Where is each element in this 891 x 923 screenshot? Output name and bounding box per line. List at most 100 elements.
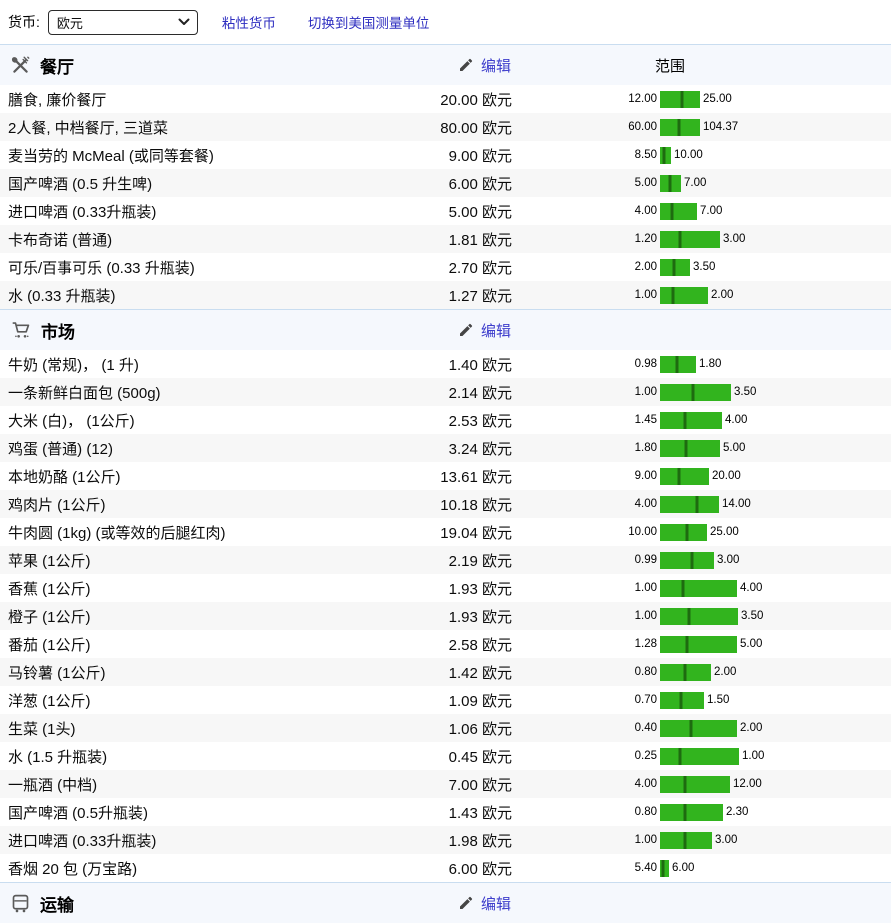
switch-to-us-units-link[interactable]: 切换到美国测量单位	[308, 12, 430, 32]
range-marker	[662, 147, 665, 164]
range-bar	[660, 832, 712, 849]
range-min: 1.00	[512, 610, 657, 622]
range-min: 60.00	[512, 121, 657, 133]
section-title: 市场	[41, 318, 75, 343]
price-range: 1.00 4.00	[512, 580, 891, 597]
range-marker	[691, 384, 694, 401]
range-bar	[660, 664, 711, 681]
section-restaurants: 餐厅 编辑 范围 膳食, 廉价餐厅 20.00 欧元 12.00	[0, 44, 891, 309]
item-name: 水 (1.5 升瓶装)	[0, 746, 392, 767]
range-min: 0.99	[512, 554, 657, 566]
range-bar	[660, 356, 696, 373]
range-max: 25.00	[703, 93, 732, 105]
range-max: 3.00	[723, 233, 745, 245]
range-min: 0.70	[512, 694, 657, 706]
item-name: 牛肉圆 (1kg) (或等效的后腿红肉)	[0, 522, 392, 543]
range-bar	[660, 287, 708, 304]
item-name: 可乐/百事可乐 (0.33 升瓶装)	[0, 257, 392, 278]
range-bar	[660, 412, 722, 429]
range-marker	[669, 175, 672, 192]
item-price: 1.27 欧元	[392, 285, 512, 306]
item-price: 80.00 欧元	[392, 117, 512, 138]
item-row: 膳食, 廉价餐厅 20.00 欧元 12.00 25.00	[0, 85, 891, 113]
item-price: 6.00 欧元	[392, 173, 512, 194]
range-marker	[684, 440, 687, 457]
range-max: 2.00	[740, 722, 762, 734]
range-max: 20.00	[712, 470, 741, 482]
item-price: 1.40 欧元	[392, 354, 512, 375]
price-range: 5.40 6.00	[512, 860, 891, 877]
item-price: 20.00 欧元	[392, 89, 512, 110]
pencil-icon	[458, 895, 474, 911]
price-range: 0.98 1.80	[512, 356, 891, 373]
price-range: 10.00 25.00	[512, 524, 891, 541]
item-price: 1.81 欧元	[392, 229, 512, 250]
sticky-currency-link[interactable]: 粘性货币	[222, 12, 276, 32]
range-marker	[695, 496, 698, 513]
section-rows: 膳食, 廉价餐厅 20.00 欧元 12.00 25.00 2人餐, 中档餐厅,…	[0, 85, 891, 309]
price-range: 0.80 2.00	[512, 664, 891, 681]
item-row: 橙子 (1公斤) 1.93 欧元 1.00 3.50	[0, 602, 891, 630]
item-name: 番茄 (1公斤)	[0, 634, 392, 655]
range-bar	[660, 860, 669, 877]
item-name: 鸡蛋 (普通) (12)	[0, 438, 392, 459]
range-min: 0.80	[512, 806, 657, 818]
range-max: 2.00	[711, 289, 733, 301]
range-max: 1.80	[699, 358, 721, 370]
item-price: 2.53 欧元	[392, 410, 512, 431]
topbar: 货币: 欧元 粘性货币 切换到美国测量单位	[0, 0, 891, 44]
range-min: 9.00	[512, 470, 657, 482]
range-max: 3.00	[715, 834, 737, 846]
range-bar	[660, 720, 737, 737]
edit-link-label: 编辑	[481, 893, 511, 914]
item-price: 1.06 欧元	[392, 718, 512, 739]
range-marker	[679, 692, 682, 709]
item-price: 6.00 欧元	[392, 858, 512, 879]
item-row: 香烟 20 包 (万宝路) 6.00 欧元 5.40 6.00	[0, 854, 891, 882]
range-max: 3.50	[741, 610, 763, 622]
pencil-icon	[458, 322, 474, 338]
item-name: 一条新鲜白面包 (500g)	[0, 382, 392, 403]
edit-link[interactable]: 编辑	[458, 883, 511, 923]
range-min: 1.80	[512, 442, 657, 454]
chevron-down-icon	[178, 18, 190, 26]
range-bar	[660, 175, 681, 192]
item-row: 鸡肉片 (1公斤) 10.18 欧元 4.00 14.00	[0, 490, 891, 518]
item-price: 1.42 欧元	[392, 662, 512, 683]
range-max: 1.50	[707, 694, 729, 706]
item-row: 国产啤酒 (0.5升瓶装) 1.43 欧元 0.80 2.30	[0, 798, 891, 826]
range-column-header: 范围	[628, 55, 712, 76]
section-transportation: 运输 编辑	[0, 882, 891, 923]
range-min: 10.00	[512, 526, 657, 538]
item-name: 马铃薯 (1公斤)	[0, 662, 392, 683]
range-marker	[685, 524, 688, 541]
item-name: 生菜 (1头)	[0, 718, 392, 739]
item-row: 苹果 (1公斤) 2.19 欧元 0.99 3.00	[0, 546, 891, 574]
item-name: 一瓶酒 (中档)	[0, 774, 392, 795]
item-price: 2.70 欧元	[392, 257, 512, 278]
range-min: 4.00	[512, 778, 657, 790]
bus-icon	[10, 893, 31, 914]
range-max: 4.00	[740, 582, 762, 594]
range-bar	[660, 384, 731, 401]
item-price: 1.43 欧元	[392, 802, 512, 823]
range-min: 1.28	[512, 638, 657, 650]
edit-link[interactable]: 编辑	[458, 310, 511, 350]
price-range: 0.70 1.50	[512, 692, 891, 709]
section-header: 市场 编辑	[0, 309, 891, 350]
range-marker	[671, 287, 674, 304]
item-row: 番茄 (1公斤) 2.58 欧元 1.28 5.00	[0, 630, 891, 658]
range-marker	[683, 412, 686, 429]
item-name: 香烟 20 包 (万宝路)	[0, 858, 392, 879]
range-max: 6.00	[672, 862, 694, 874]
item-price: 1.93 欧元	[392, 606, 512, 627]
price-range: 1.80 5.00	[512, 440, 891, 457]
price-range: 8.50 10.00	[512, 147, 891, 164]
currency-select[interactable]: 欧元	[48, 10, 198, 35]
item-row: 可乐/百事可乐 (0.33 升瓶装) 2.70 欧元 2.00 3.50	[0, 253, 891, 281]
range-max: 5.00	[740, 638, 762, 650]
item-row: 牛肉圆 (1kg) (或等效的后腿红肉) 19.04 欧元 10.00 25.0…	[0, 518, 891, 546]
item-name: 进口啤酒 (0.33升瓶装)	[0, 201, 392, 222]
edit-link[interactable]: 编辑	[458, 45, 511, 85]
range-bar	[660, 776, 730, 793]
